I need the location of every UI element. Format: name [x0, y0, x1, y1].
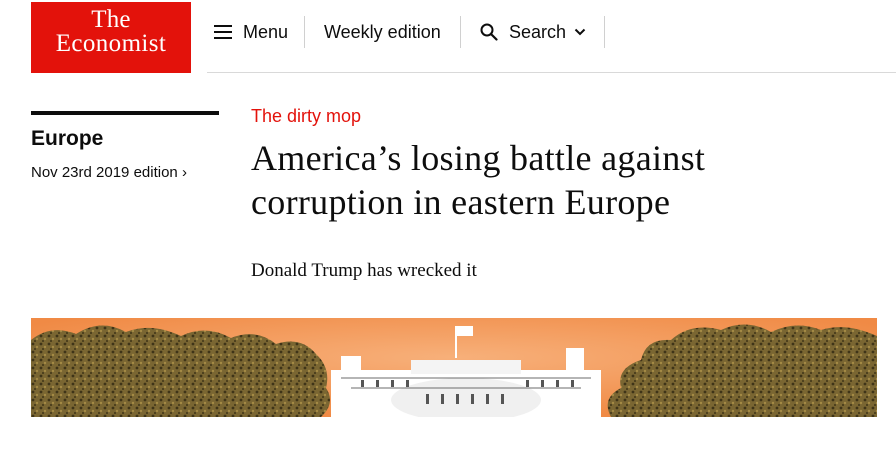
- article-rubric: The dirty mop: [251, 106, 362, 126]
- hero-illustration: [31, 318, 877, 417]
- search-label: Search: [509, 22, 567, 42]
- search-icon: [480, 23, 498, 41]
- search-button[interactable]: Search: [480, 19, 588, 45]
- hamburger-icon: [214, 25, 232, 39]
- nav-divider: [460, 16, 461, 48]
- article-standfirst: Donald Trump has wrecked it: [251, 260, 477, 281]
- header-rule: [207, 72, 896, 73]
- edition-link[interactable]: Nov 23rd 2019 edition ›: [31, 162, 187, 184]
- menu-button[interactable]: Menu: [214, 19, 288, 45]
- nav-divider: [604, 16, 605, 48]
- section-rule: [31, 111, 219, 115]
- nav-divider: [304, 16, 305, 48]
- menu-label: Menu: [243, 22, 289, 42]
- hero-image: [31, 318, 877, 417]
- economist-logo[interactable]: The Economist: [31, 2, 191, 73]
- site-header: The Economist Menu Weekly edition Search: [0, 0, 896, 74]
- weekly-edition-link[interactable]: Weekly edition: [324, 19, 441, 45]
- chevron-down-icon: [574, 28, 586, 36]
- section-title[interactable]: Europe: [31, 125, 103, 153]
- article-headline: America’s losing battle against corrupti…: [251, 138, 706, 222]
- logo-line-2: Economist: [55, 30, 167, 57]
